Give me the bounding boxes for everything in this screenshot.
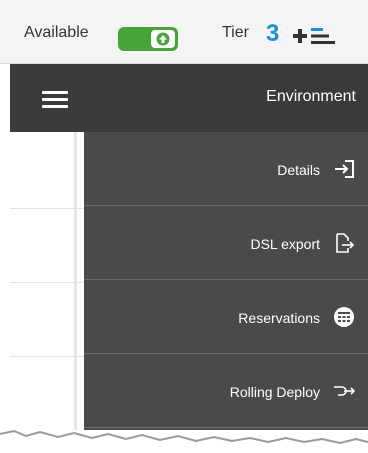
menu-item-label: DSL export <box>250 236 320 252</box>
availability-toggle[interactable] <box>118 27 178 51</box>
tier-add-icon[interactable] <box>293 25 337 52</box>
background-content <box>10 132 84 430</box>
menu-item-rolling-deploy[interactable]: Rolling Deploy <box>84 354 368 428</box>
torn-edge-decoration <box>0 429 368 453</box>
app-header: Environment <box>10 64 368 132</box>
menu-item-details[interactable]: Details <box>84 132 368 206</box>
status-bar: Available Tier 3 <box>0 0 368 64</box>
environment-title: Environment <box>266 88 356 105</box>
export-file-icon <box>332 233 356 253</box>
menu-item-reservations[interactable]: Reservations <box>84 280 368 354</box>
menu-item-dsl-export[interactable]: DSL export <box>84 206 368 280</box>
tier-label: Tier <box>222 24 249 41</box>
tier-value: 3 <box>266 20 280 47</box>
menu-item-label: Details <box>277 162 320 178</box>
calendar-grid-icon <box>332 307 356 327</box>
rolling-arrow-icon <box>332 381 356 401</box>
sign-in-arrow-icon <box>332 159 356 179</box>
environment-menu: Details DSL export Reservations Rolling … <box>84 132 368 430</box>
menu-item-label: Rolling Deploy <box>229 384 320 400</box>
hamburger-menu-icon[interactable] <box>42 91 68 109</box>
upload-arrow-icon <box>151 30 175 48</box>
menu-item-label: Reservations <box>238 310 320 326</box>
availability-label: Available <box>24 24 89 41</box>
